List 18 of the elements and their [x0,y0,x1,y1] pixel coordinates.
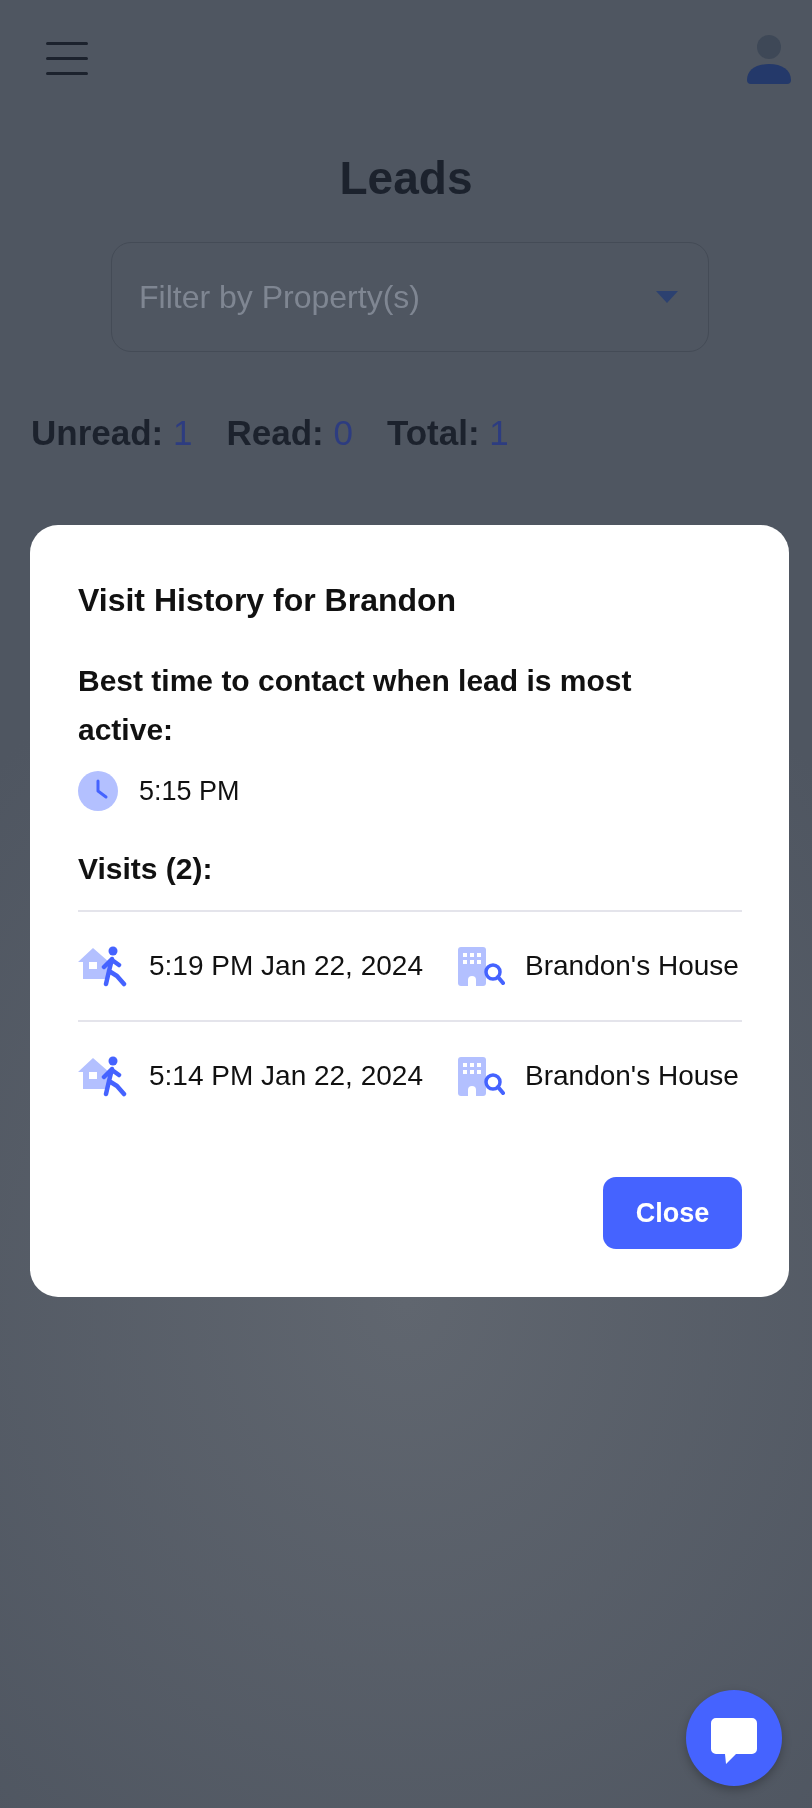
building-search-icon [458,946,505,986]
house-person-icon [78,1055,129,1097]
best-time-value: 5:15 PM [139,775,240,807]
property-name: Brandon's House [525,950,739,982]
chat-icon [711,1718,757,1764]
menu-icon[interactable] [46,42,88,75]
visits-heading: Visits (2): [78,851,213,887]
building-search-icon [458,1056,505,1096]
visit-time: 5:19 PM Jan 22, 2024 [149,950,423,982]
house-person-icon [78,945,129,987]
best-time-label: Best time to contact when lead is most active: [78,663,633,748]
clock-icon [78,771,118,811]
close-button[interactable]: Close [603,1177,742,1249]
caret-icon [656,291,678,303]
modal-title: Visit History for Brandon [78,581,457,620]
user-icon[interactable] [747,35,791,84]
property-name: Brandon's House [525,1060,739,1092]
visit-time: 5:14 PM Jan 22, 2024 [149,1060,423,1092]
